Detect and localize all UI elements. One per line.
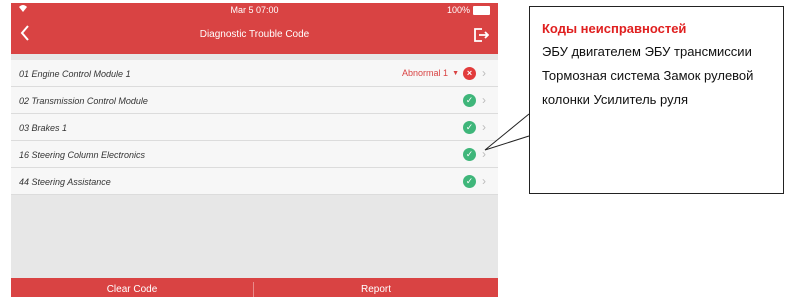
callout-title: Коды неисправностей: [542, 21, 687, 36]
callout-box: Коды неисправностей ЭБУ двигателем ЭБУ т…: [529, 6, 784, 194]
callout-text: ЭБУ двигателем ЭБУ трансмиссии Тормозная…: [542, 44, 754, 107]
